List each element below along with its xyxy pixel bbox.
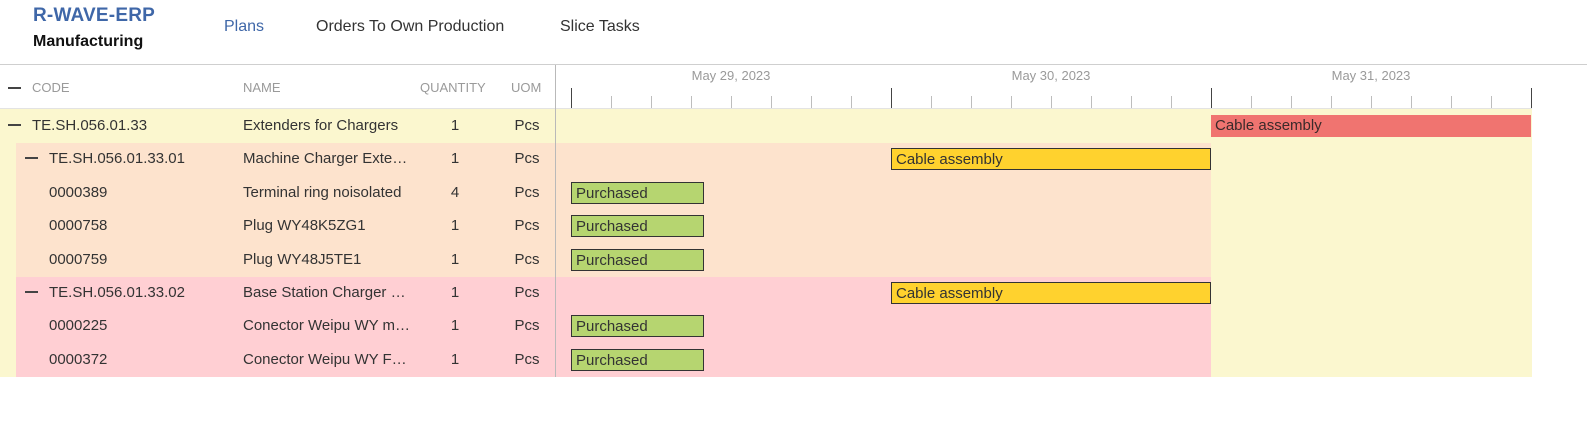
timeline-hour-tick bbox=[811, 96, 812, 108]
nav-slice-tasks[interactable]: Slice Tasks bbox=[560, 18, 640, 36]
timeline-hour-tick bbox=[731, 96, 732, 108]
collapse-icon[interactable] bbox=[25, 157, 38, 160]
row-code: TE.SH.056.01.33.01 bbox=[49, 150, 185, 168]
gantt-task-bar[interactable]: Purchased bbox=[571, 181, 704, 204]
timeline-date-label: May 31, 2023 bbox=[1331, 68, 1411, 83]
row-uom: Pcs bbox=[514, 350, 540, 368]
app-title: R-WAVE-ERP bbox=[33, 5, 155, 26]
timeline-day-tick bbox=[571, 88, 572, 108]
timeline-hour-tick bbox=[651, 96, 652, 108]
timeline-hour-tick bbox=[1251, 96, 1252, 108]
gantt-task-bar[interactable]: Purchased bbox=[571, 248, 704, 271]
row-name: Terminal ring noisolated bbox=[243, 183, 402, 201]
row-code: TE.SH.056.01.33.02 bbox=[49, 284, 185, 301]
row-uom: Pcs bbox=[514, 183, 540, 201]
grid-splitter[interactable] bbox=[555, 65, 556, 377]
timeline-hour-tick bbox=[1131, 96, 1132, 108]
column-header-code[interactable]: CODE bbox=[32, 80, 70, 95]
timeline-hour-tick bbox=[971, 96, 972, 108]
row-code: 0000225 bbox=[49, 317, 108, 335]
row-quantity: 1 bbox=[450, 284, 460, 301]
table-row[interactable]: TE.SH.056.01.33.02 Base Station Charger E… bbox=[0, 276, 1532, 309]
timeline-hour-tick bbox=[1331, 96, 1332, 108]
row-uom: Pcs bbox=[514, 150, 540, 168]
row-quantity: 4 bbox=[450, 183, 460, 201]
gantt-task-bar[interactable]: Purchased bbox=[571, 348, 704, 371]
nav-plans[interactable]: Plans bbox=[224, 18, 264, 36]
collapse-icon[interactable] bbox=[25, 291, 38, 293]
timeline-hour-tick bbox=[1171, 96, 1172, 108]
row-quantity: 1 bbox=[450, 217, 460, 235]
collapse-all-icon[interactable] bbox=[8, 87, 21, 89]
timeline-hour-tick bbox=[1371, 96, 1372, 108]
table-row[interactable]: 0000225 Conector Weipu WY male 1 Pcs Purchas… bbox=[0, 309, 1532, 342]
table-row[interactable]: TE.SH.056.01.33.01 Machine Charger Extend… bbox=[0, 142, 1532, 175]
timeline-hour-tick bbox=[851, 96, 852, 108]
column-header-name[interactable]: NAME bbox=[243, 80, 281, 95]
row-code: TE.SH.056.01.33 bbox=[32, 117, 148, 134]
timeline-hour-tick bbox=[611, 96, 612, 108]
header-divider bbox=[0, 64, 1587, 65]
timeline-hour-tick bbox=[1491, 96, 1492, 108]
row-quantity: 1 bbox=[450, 350, 460, 368]
timeline-hour-tick bbox=[1411, 96, 1412, 108]
row-uom: Pcs bbox=[514, 217, 540, 235]
row-name: Plug WY48J5TE1 bbox=[243, 250, 362, 268]
timeline-day-tick bbox=[1531, 88, 1532, 108]
timeline-hour-tick bbox=[1291, 96, 1292, 108]
row-code: 0000389 bbox=[49, 183, 108, 201]
row-quantity: 1 bbox=[450, 250, 460, 268]
gantt-task-bar[interactable]: Purchased bbox=[571, 315, 704, 338]
row-name: Conector Weipu WY male bbox=[243, 317, 411, 335]
timeline-date-label: May 29, 2023 bbox=[691, 68, 771, 83]
row-uom: Pcs bbox=[514, 117, 540, 134]
timeline-hour-tick bbox=[1011, 96, 1012, 108]
gantt-task-bar[interactable]: Cable assembly bbox=[891, 148, 1211, 171]
row-quantity: 1 bbox=[450, 117, 460, 134]
table-row[interactable]: 0000372 Conector Weipu WY Female 1 Pcs Purch… bbox=[0, 343, 1532, 376]
table-row[interactable]: 0000389 Terminal ring noisolated 4 Pcs Purch… bbox=[0, 176, 1532, 209]
table-row[interactable]: 0000759 Plug WY48J5TE1 1 Pcs Purchased bbox=[0, 243, 1532, 276]
timeline-hour-tick bbox=[931, 96, 932, 108]
row-quantity: 1 bbox=[450, 317, 460, 335]
row-name: Conector Weipu WY Female bbox=[243, 350, 411, 368]
row-uom: Pcs bbox=[514, 250, 540, 268]
timeline-day-tick bbox=[1211, 88, 1212, 108]
row-code: 0000372 bbox=[49, 350, 108, 368]
row-name: Plug WY48K5ZG1 bbox=[243, 217, 366, 235]
column-header-quantity[interactable]: QUANTITY bbox=[420, 80, 486, 95]
timeline-hour-tick bbox=[1091, 96, 1092, 108]
row-name: Base Station Charger Extender bbox=[243, 284, 411, 301]
timeline-hour-tick bbox=[771, 96, 772, 108]
collapse-icon[interactable] bbox=[8, 124, 21, 126]
table-row[interactable]: 0000758 Plug WY48K5ZG1 1 Pcs Purchased bbox=[0, 209, 1532, 242]
timeline-hour-tick bbox=[1051, 96, 1052, 108]
timeline-hour-tick bbox=[691, 96, 692, 108]
app-subtitle: Manufacturing bbox=[33, 33, 144, 50]
row-code: 0000758 bbox=[49, 217, 108, 235]
gantt-task-bar[interactable]: Cable assembly bbox=[891, 282, 1211, 304]
column-header-uom[interactable]: UOM bbox=[511, 80, 541, 95]
row-uom: Pcs bbox=[514, 284, 540, 301]
row-quantity: 1 bbox=[450, 150, 460, 168]
row-code: 0000759 bbox=[49, 250, 108, 268]
timeline-day-tick bbox=[891, 88, 892, 108]
row-name: Extenders for Chargers bbox=[243, 117, 399, 134]
timeline-date-label: May 30, 2023 bbox=[1011, 68, 1091, 83]
row-name: Machine Charger Extender bbox=[243, 150, 411, 168]
table-row[interactable]: TE.SH.056.01.33 Extenders for Chargers 1 Pc… bbox=[0, 109, 1532, 142]
gantt-task-bar[interactable]: Purchased bbox=[571, 215, 704, 238]
gantt-task-bar[interactable]: Cable assembly bbox=[1211, 115, 1531, 137]
row-uom: Pcs bbox=[514, 317, 540, 335]
nav-orders-to-own-production[interactable]: Orders To Own Production bbox=[316, 18, 504, 36]
timeline-hour-tick bbox=[1451, 96, 1452, 108]
